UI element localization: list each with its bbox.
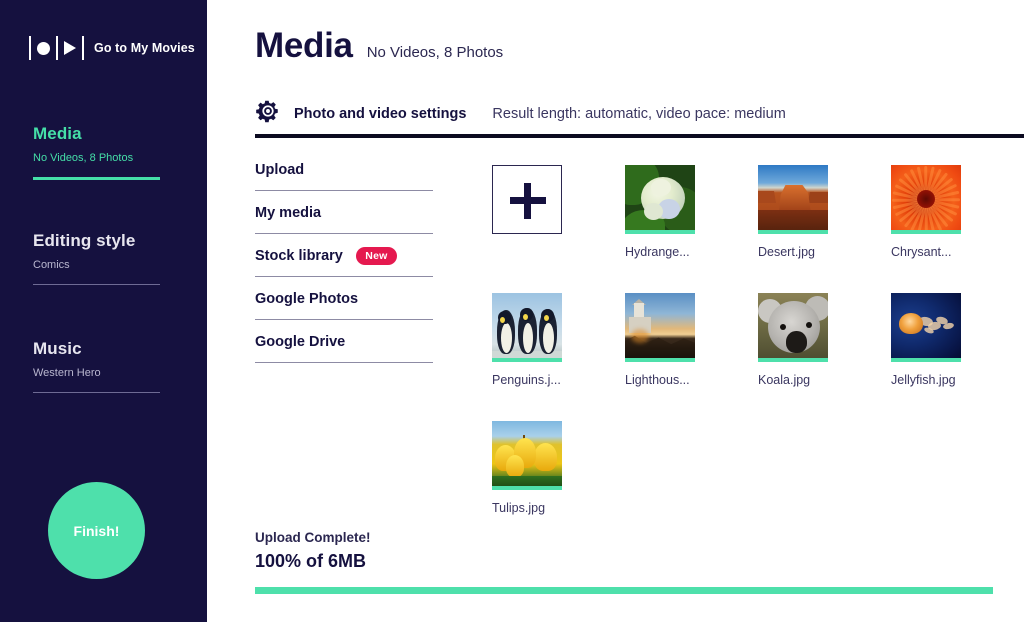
thumbnail-tulips[interactable] [492,421,562,490]
go-to-my-movies-link[interactable]: Go to My Movies [94,41,195,55]
sidebar-item-music-underline [33,392,160,393]
source-item-my-media-label: My media [255,204,322,221]
thumbnail-image [891,293,961,362]
thumbnail-item: Hydrange... [625,165,758,260]
thumbnail-caption: Chrysant... [891,245,952,259]
sidebar-item-editing-style[interactable]: Editing style Comics [33,231,163,285]
sidebar-item-music-title: Music [33,339,82,358]
thumbnail-upload-bar [492,486,562,490]
thumbnail-caption: Desert.jpg [758,245,815,259]
gear-icon [255,98,281,129]
media-source-menu: Upload My media Stock library New Google… [255,155,433,364]
sidebar-item-editing-style-underline [33,284,160,285]
settings-value: Result length: automatic, video pace: me… [492,105,786,122]
finish-button[interactable]: Finish! [48,482,145,579]
source-divider [255,362,433,364]
page-title: Media [255,26,353,65]
thumbnail-upload-bar [625,230,695,234]
thumbnail-upload-bar [625,358,695,362]
main-content: Media No Videos, 8 Photos Photo and vide… [207,0,1024,622]
sidebar-item-media-underline [33,177,160,180]
thumbnail-row: Penguins.j... Lighthous... Koala.jpg Jel… [492,260,1024,388]
thumbnail-item: Koala.jpg [758,293,891,388]
thumbnail-lighthouse[interactable] [625,293,695,362]
thumbnail-image [625,293,695,362]
page-subtitle: No Videos, 8 Photos [366,44,504,61]
thumbnail-caption: Jellyfish.jpg [891,373,956,387]
sidebar-item-media-subtitle: No Videos, 8 Photos [33,152,134,164]
thumbnail-jellyfish[interactable] [891,293,961,362]
media-thumbnail-grid: Hydrange... Desert.jpg Chrysant... Pengu… [492,165,1024,516]
thumbnail-chrysanthemum[interactable] [891,165,961,234]
sidebar-item-media-title: Media [33,124,82,143]
sidebar-item-music-subtitle: Western Hero [33,367,101,379]
thumbnail-image [758,293,828,362]
sidebar: Go to My Movies Media No Videos, 8 Photo… [0,0,207,622]
thumbnail-image [492,421,562,490]
source-item-google-drive-label: Google Drive [255,334,346,350]
brand-logo[interactable]: Go to My Movies [29,35,195,61]
new-badge: New [356,247,397,265]
thumbnail-upload-bar [758,230,828,234]
source-item-upload-label: Upload [255,161,305,178]
add-media-button[interactable] [492,165,562,234]
upload-status: Upload Complete! 100% of 6MB [255,528,371,573]
thumbnail-item: Lighthous... [625,293,758,388]
thumbnail-item: Tulips.jpg [492,421,629,516]
thumbnail-image [891,165,961,234]
upload-progress-text: 100% of 6MB [255,551,367,571]
thumbnail-item: Chrysant... [891,165,1024,260]
thumbnail-image [625,165,695,234]
source-item-upload[interactable]: Upload [255,155,433,190]
thumbnail-item: Jellyfish.jpg [891,293,1024,388]
thumbnail-caption: Hydrange... [625,245,690,259]
sidebar-item-media[interactable]: Media No Videos, 8 Photos [33,124,163,180]
source-item-my-media[interactable]: My media [255,191,433,233]
thumbnail-desert[interactable] [758,165,828,234]
thumbnail-koala[interactable] [758,293,828,362]
sidebar-item-music[interactable]: Music Western Hero [33,339,163,393]
thumbnail-hydrangea[interactable] [625,165,695,234]
header-divider [255,134,1024,138]
thumbnail-upload-bar [891,230,961,234]
thumbnail-penguins[interactable] [492,293,562,362]
thumbnail-item: Penguins.j... [492,293,625,388]
sidebar-item-editing-style-subtitle: Comics [33,259,70,271]
thumbnail-row: Hydrange... Desert.jpg Chrysant... [492,165,1024,260]
thumbnail-caption: Lighthous... [625,373,690,387]
page-header: Media No Videos, 8 Photos [255,26,503,66]
source-item-google-photos-label: Google Photos [255,291,359,307]
play-record-logo-icon [29,35,84,61]
add-media-cell [492,165,625,260]
thumbnail-upload-bar [891,358,961,362]
thumbnail-caption: Tulips.jpg [492,501,546,515]
source-item-stock-library[interactable]: Stock library New [255,234,433,276]
source-item-google-drive[interactable]: Google Drive [255,320,433,362]
thumbnail-caption: Koala.jpg [758,373,811,387]
photo-video-settings-row[interactable]: Photo and video settings Result length: … [255,98,786,129]
thumbnail-image [758,165,828,234]
sidebar-item-editing-style-title: Editing style [33,231,136,250]
thumbnail-caption: Penguins.j... [492,373,561,387]
settings-label: Photo and video settings [294,105,467,122]
thumbnail-upload-bar [758,358,828,362]
source-item-stock-library-label: Stock library [255,248,343,264]
upload-progress-fill [255,587,993,594]
upload-status-text: Upload Complete! [255,530,371,545]
thumbnail-image [492,293,562,362]
media-upload-screen: Go to My Movies Media No Videos, 8 Photo… [0,0,1024,622]
thumbnail-row: Tulips.jpg [492,388,1024,516]
thumbnail-upload-bar [492,358,562,362]
upload-progress-bar [255,587,993,594]
thumbnail-item: Desert.jpg [758,165,891,260]
source-item-google-photos[interactable]: Google Photos [255,277,433,319]
